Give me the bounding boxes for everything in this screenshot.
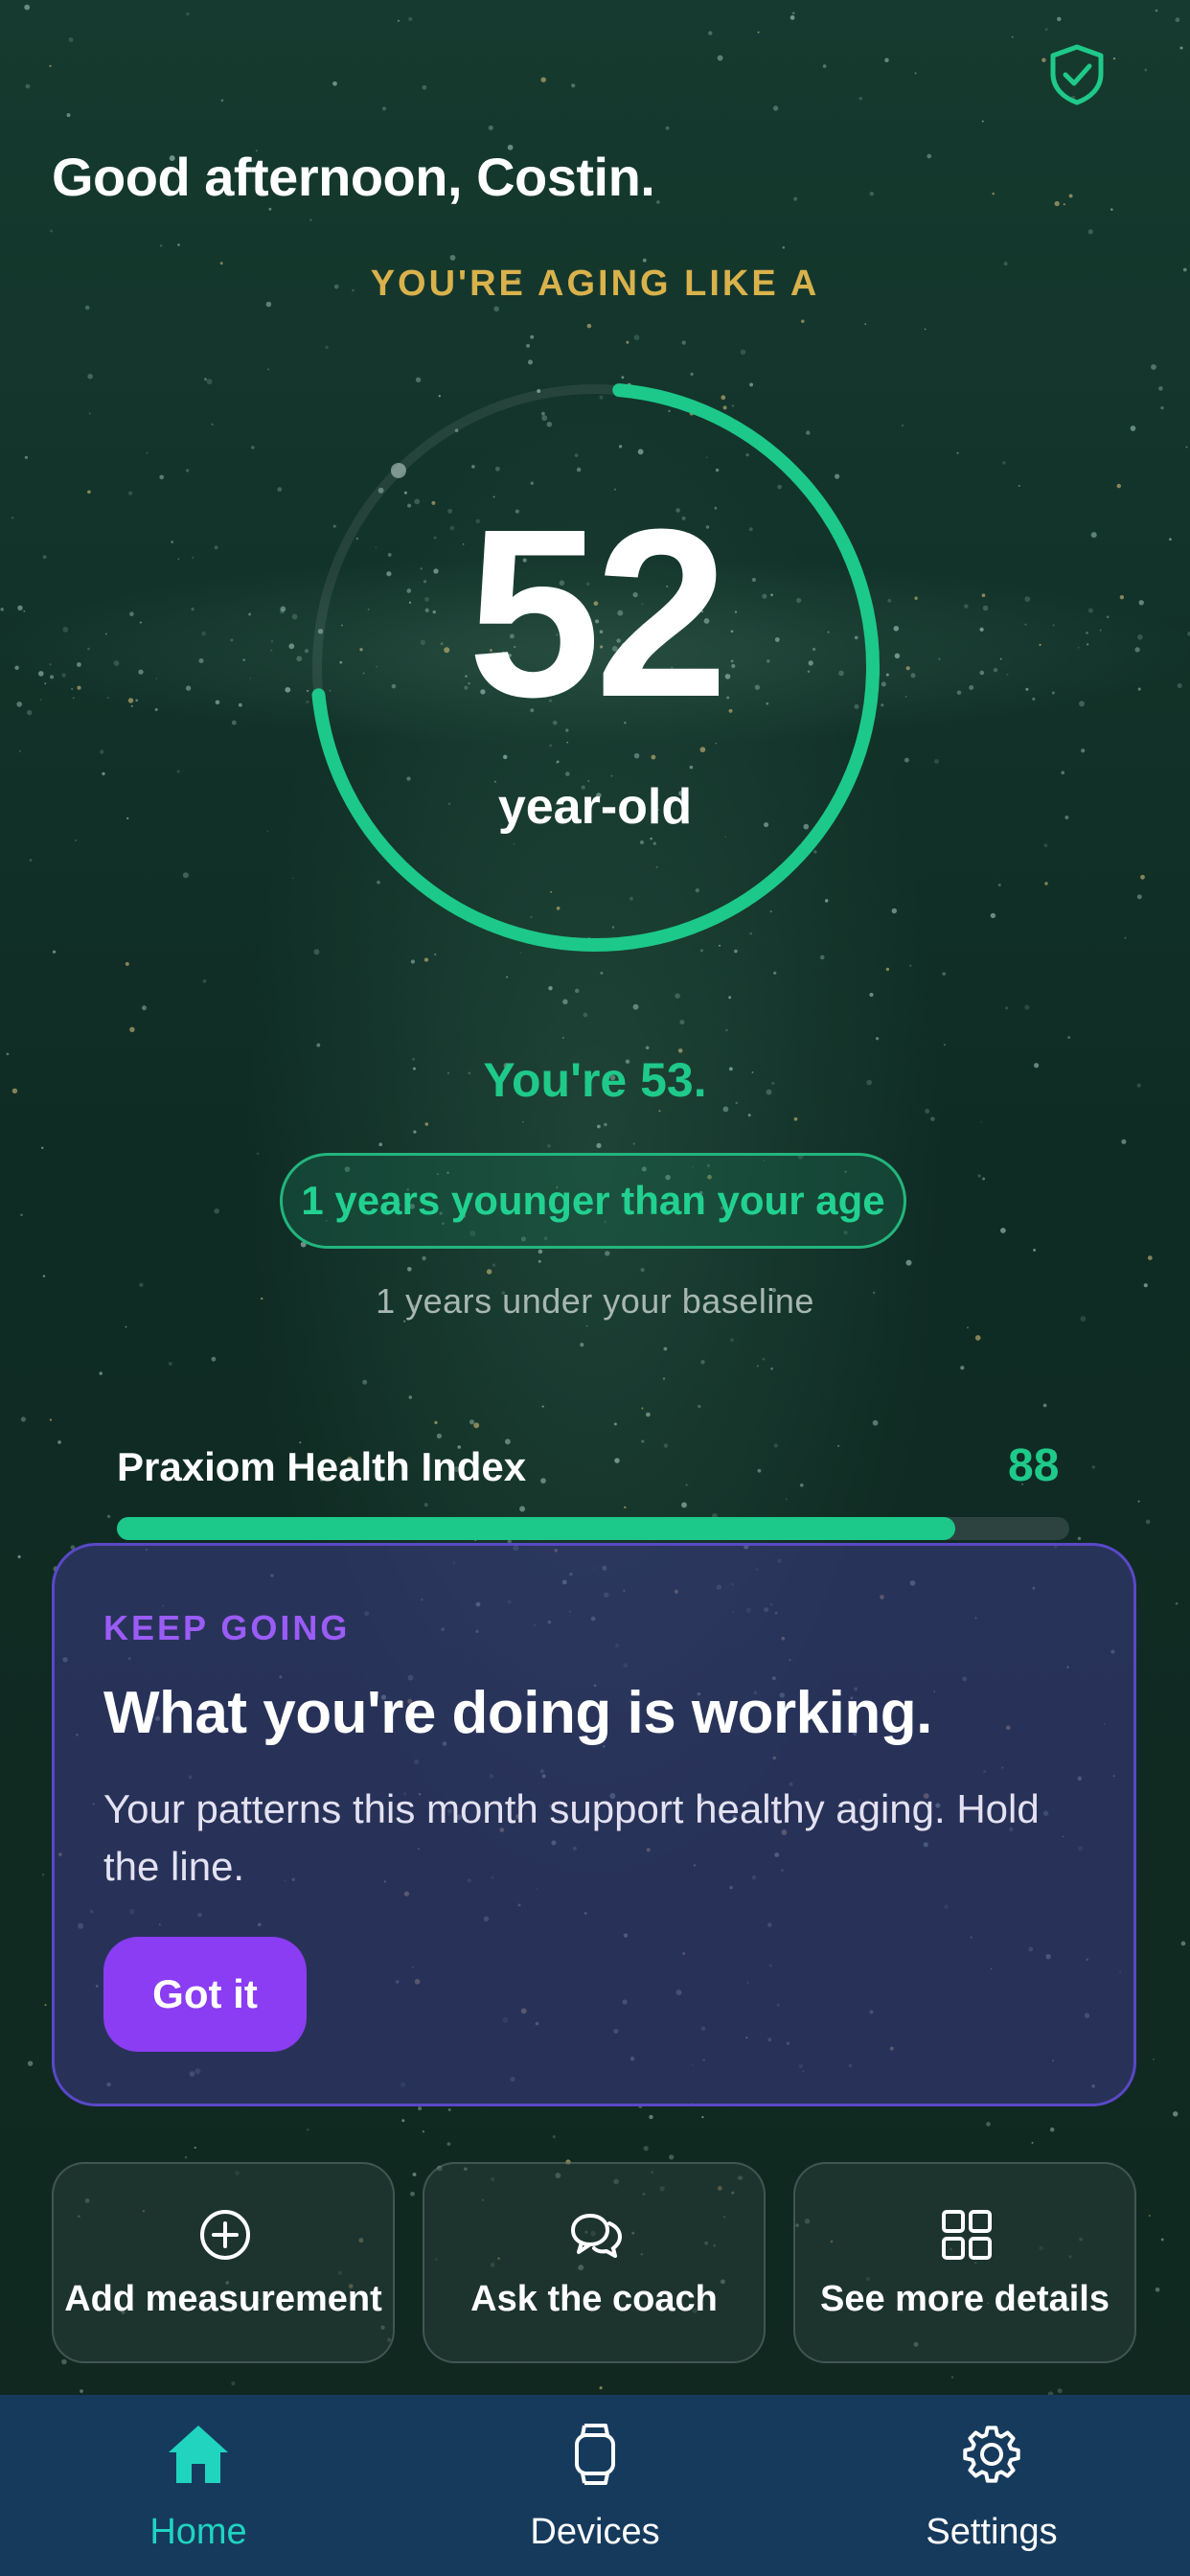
add-measurement-button[interactable]: Add measurement — [52, 2162, 395, 2363]
health-index-bar — [117, 1517, 1069, 1540]
see-more-details-label: See more details — [819, 2279, 1110, 2319]
see-more-details-button[interactable]: See more details — [793, 2162, 1136, 2363]
ask-coach-label: Ask the coach — [470, 2279, 718, 2319]
got-it-button[interactable]: Got it — [103, 1937, 307, 2052]
age-ring-start-dot — [390, 462, 406, 478]
chat-bubbles-icon — [571, 2214, 622, 2258]
health-index-value: 88 — [1008, 1440, 1060, 1491]
shield-check-icon[interactable] — [1047, 43, 1107, 106]
real-age-text: You're 53. — [483, 1053, 707, 1107]
nav-item-settings[interactable]: Settings — [793, 2395, 1190, 2576]
plus-circle-icon — [200, 2210, 250, 2260]
nav-label-settings: Settings — [926, 2512, 1058, 2552]
baseline-text: 1 years under your baseline — [376, 1281, 814, 1321]
card-eyebrow: KEEP GOING — [103, 1608, 351, 1647]
greeting: Good afternoon, Costin. — [52, 147, 655, 207]
ask-coach-button[interactable]: Ask the coach — [423, 2162, 766, 2363]
health-index-label: Praxiom Health Index — [117, 1444, 527, 1489]
biological-age-value: 52 — [467, 479, 728, 747]
biological-age-unit: year-old — [497, 779, 693, 835]
age-difference-badge: 1 years younger than your age — [280, 1153, 906, 1249]
nav-item-home[interactable]: Home — [0, 2395, 397, 2576]
nav-label-devices: Devices — [530, 2512, 660, 2552]
add-measurement-label: Add measurement — [64, 2279, 382, 2319]
grid-icon — [942, 2210, 992, 2260]
card-body: Your patterns this month support healthy… — [103, 1786, 1040, 1889]
aging-label: YOU'RE AGING LIKE A — [370, 264, 820, 304]
home-icon — [169, 2426, 228, 2483]
gear-icon — [963, 2426, 1020, 2483]
health-index-bar-fill — [117, 1517, 955, 1540]
nav-label-home: Home — [149, 2512, 247, 2552]
card-title: What you're doing is working. — [103, 1680, 932, 1746]
bottom-navigation: Home Devices Settings — [0, 2395, 1190, 2576]
nav-item-devices[interactable]: Devices — [397, 2395, 793, 2576]
watch-icon — [575, 2424, 615, 2485]
